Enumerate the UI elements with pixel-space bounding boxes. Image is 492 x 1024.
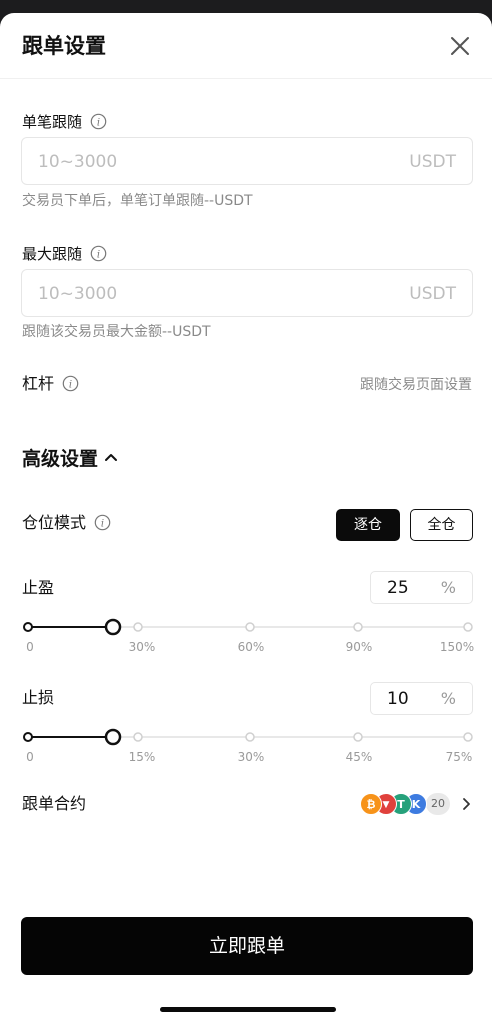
- tick-label: 60%: [237, 640, 265, 654]
- tick-label: 45%: [345, 750, 373, 764]
- single-follow-unit: USDT: [409, 152, 456, 172]
- take-profit-input[interactable]: 25 %: [370, 571, 473, 604]
- tick-label: 0: [26, 640, 34, 654]
- advanced-settings-toggle[interactable]: 高级设置: [22, 446, 118, 472]
- tick-label: 30%: [237, 750, 265, 764]
- info-icon[interactable]: i: [62, 375, 79, 392]
- max-follow-hint: 跟随该交易员最大金额--USDT: [22, 324, 211, 340]
- sheet-title: 跟单设置: [22, 34, 106, 58]
- cross-mode-button[interactable]: 全仓: [410, 509, 473, 541]
- leverage-value[interactable]: 跟随交易页面设置: [360, 375, 472, 395]
- follow-now-button[interactable]: 立即跟单: [21, 917, 473, 975]
- tick-label: 75%: [445, 750, 473, 764]
- contracts-count: 20: [426, 793, 450, 815]
- contracts-coin-stack[interactable]: ₿ ▼ T K 20: [360, 793, 455, 815]
- chevron-up-icon: [105, 454, 118, 461]
- tick-label: 15%: [128, 750, 156, 764]
- stop-loss-slider-track: [23, 728, 473, 746]
- stop-loss-slider[interactable]: 0 15% 30% 45% 75%: [22, 727, 474, 767]
- take-profit-slider[interactable]: 0 30% 60% 90% 150%: [22, 617, 474, 657]
- position-mode-label-text: 仓位模式: [22, 513, 87, 532]
- max-follow-input[interactable]: 10~3000 USDT: [21, 269, 473, 317]
- leverage-label: 杠杆 i: [22, 374, 79, 394]
- leverage-label-text: 杠杆: [22, 374, 55, 393]
- take-profit-unit: %: [440, 578, 456, 597]
- info-icon[interactable]: i: [90, 113, 107, 130]
- take-profit-label: 止盈: [22, 578, 55, 597]
- bitcoin-icon: ₿: [360, 793, 382, 815]
- stop-loss-input[interactable]: 10 %: [370, 682, 473, 715]
- svg-text:i: i: [97, 118, 100, 129]
- advanced-settings-title: 高级设置: [22, 448, 99, 470]
- single-follow-label-text: 单笔跟随: [22, 113, 83, 131]
- position-mode-label: 仓位模式 i: [22, 513, 111, 533]
- contracts-label: 跟单合约: [22, 794, 87, 813]
- take-profit-slider-handle: [104, 618, 122, 636]
- follow-settings-sheet: 跟单设置 单笔跟随 i 10~3000 USDT 交易员下单后，单笔订单跟随--U…: [0, 13, 492, 1024]
- stop-loss-unit: %: [440, 689, 456, 708]
- isolated-mode-button[interactable]: 逐仓: [336, 509, 400, 541]
- tick-label: 90%: [345, 640, 373, 654]
- single-follow-placeholder: 10~3000: [38, 152, 118, 172]
- info-icon[interactable]: i: [90, 245, 107, 262]
- chevron-right-icon[interactable]: [459, 797, 473, 811]
- take-profit-slider-track: [23, 618, 473, 636]
- single-follow-hint: 交易员下单后，单笔订单跟随--USDT: [22, 193, 253, 209]
- single-follow-input[interactable]: 10~3000 USDT: [21, 137, 473, 185]
- svg-text:i: i: [97, 250, 100, 261]
- max-follow-unit: USDT: [409, 284, 456, 304]
- max-follow-placeholder: 10~3000: [38, 284, 118, 304]
- home-indicator: [160, 1007, 336, 1012]
- svg-text:i: i: [69, 380, 72, 391]
- stop-loss-label: 止损: [22, 688, 55, 707]
- tick-label: 0: [26, 750, 34, 764]
- single-follow-label: 单笔跟随 i: [22, 112, 107, 132]
- info-icon[interactable]: i: [94, 514, 111, 531]
- take-profit-value: 25: [387, 578, 409, 598]
- svg-text:i: i: [101, 519, 104, 530]
- close-icon[interactable]: [447, 33, 473, 59]
- tick-label: 150%: [439, 640, 475, 654]
- stop-loss-slider-handle: [104, 728, 122, 746]
- sheet-header: 跟单设置: [0, 13, 492, 79]
- max-follow-label: 最大跟随 i: [22, 244, 107, 264]
- max-follow-label-text: 最大跟随: [22, 245, 83, 263]
- tick-label: 30%: [128, 640, 156, 654]
- stop-loss-value: 10: [387, 689, 409, 709]
